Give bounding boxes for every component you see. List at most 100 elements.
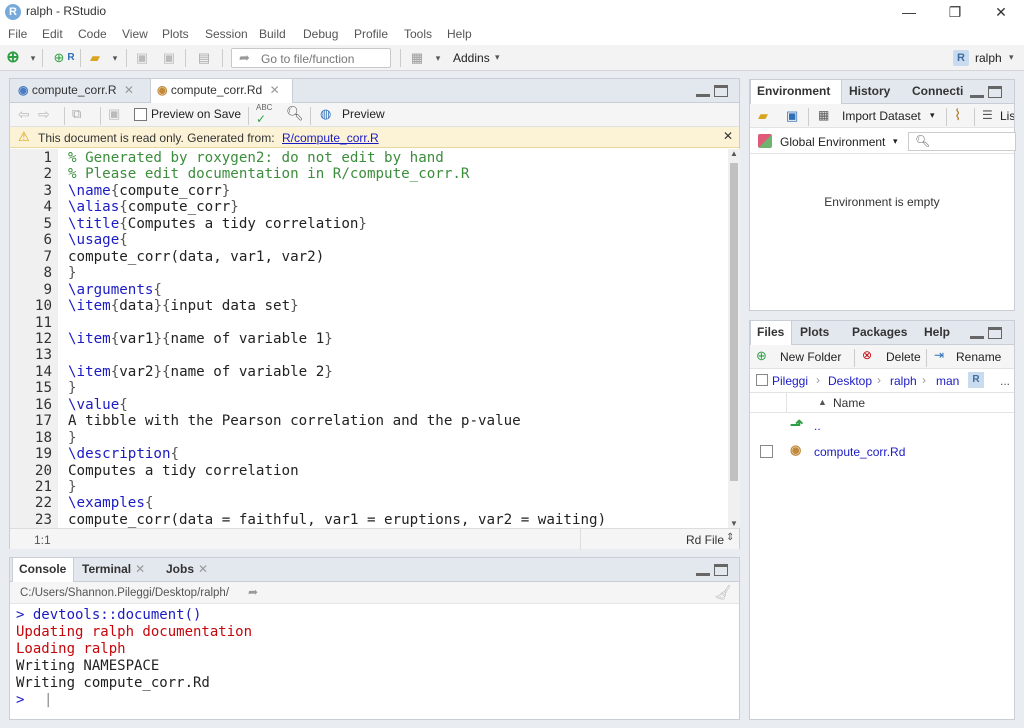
new-folder-button[interactable]: New Folder bbox=[780, 350, 841, 364]
grid-layout-icon[interactable]: ▦ bbox=[408, 50, 426, 66]
maximize-pane-icon[interactable] bbox=[714, 85, 728, 97]
preview-button[interactable]: Preview bbox=[342, 107, 385, 121]
menu-view[interactable]: View bbox=[122, 27, 148, 41]
project-arrow-icon[interactable]: ▾ bbox=[1009, 52, 1014, 63]
menu-build[interactable]: Build bbox=[259, 27, 286, 41]
select-all-checkbox[interactable] bbox=[756, 374, 768, 386]
close-tab-icon[interactable]: ✕ bbox=[135, 562, 145, 576]
rename-button[interactable]: Rename bbox=[956, 350, 1001, 364]
scroll-up-icon[interactable]: ▲ bbox=[730, 149, 738, 158]
tab-help[interactable]: Help bbox=[918, 321, 962, 345]
dropdown-arrow-icon[interactable]: ▾ bbox=[429, 50, 447, 66]
save-workspace-icon[interactable]: ▣ bbox=[786, 108, 798, 124]
open-folder-icon[interactable]: ▰ bbox=[86, 50, 104, 66]
close-tab-icon[interactable]: ✕ bbox=[124, 83, 134, 97]
parent-dir-link[interactable]: .. bbox=[814, 419, 821, 433]
clear-console-icon[interactable]: 🧹︎ bbox=[714, 584, 732, 601]
tab-plots[interactable]: Plots bbox=[794, 321, 842, 345]
table-row[interactable]: ◉ compute_corr.Rd bbox=[750, 439, 1014, 465]
scope-arrow-icon[interactable]: ▾ bbox=[893, 136, 898, 147]
menu-file[interactable]: File bbox=[8, 27, 27, 41]
tab-connections[interactable]: Connecti bbox=[906, 80, 968, 104]
tab-environment[interactable]: Environment bbox=[750, 80, 842, 105]
tab-packages[interactable]: Packages bbox=[846, 321, 912, 345]
load-workspace-icon[interactable]: ▰ bbox=[758, 108, 768, 124]
forward-arrow-icon[interactable]: ⇨ bbox=[38, 106, 50, 123]
back-arrow-icon[interactable]: ⇦ bbox=[18, 106, 30, 123]
restore-button[interactable]: ❐ bbox=[932, 0, 978, 24]
parent-dir-row[interactable]: ⬏ .. bbox=[750, 413, 1014, 439]
file-link[interactable]: compute_corr.Rd bbox=[814, 445, 905, 459]
new-file-icon[interactable]: ⊕ bbox=[4, 50, 22, 66]
go-to-file-input[interactable]: ➦ Go to file/function bbox=[231, 48, 391, 68]
row-checkbox[interactable] bbox=[760, 445, 773, 458]
tab-files[interactable]: Files bbox=[750, 321, 792, 346]
minimize-button[interactable]: — bbox=[886, 0, 932, 24]
breadcrumb-ralph[interactable]: ralph bbox=[890, 374, 917, 388]
spellcheck-icon[interactable]: ABC ✓ bbox=[256, 103, 272, 126]
show-in-window-icon[interactable]: ⧉ bbox=[72, 106, 81, 122]
delete-button[interactable]: Delete bbox=[886, 350, 921, 364]
menu-tools[interactable]: Tools bbox=[404, 27, 432, 41]
import-arrow-icon[interactable]: ▾ bbox=[930, 110, 935, 121]
print-icon[interactable]: ▤ bbox=[195, 50, 213, 66]
menu-code[interactable]: Code bbox=[78, 27, 107, 41]
name-column-header[interactable]: Name bbox=[833, 396, 865, 410]
menu-profile[interactable]: Profile bbox=[354, 27, 388, 41]
menu-debug[interactable]: Debug bbox=[303, 27, 338, 41]
tab-history[interactable]: History bbox=[843, 80, 903, 104]
broom-icon[interactable]: ⌇ bbox=[954, 106, 961, 124]
line-number: 4 bbox=[43, 199, 52, 216]
breadcrumb-man[interactable]: man bbox=[936, 374, 959, 388]
minimize-pane-icon[interactable] bbox=[970, 86, 984, 98]
project-menu[interactable]: ralph bbox=[975, 51, 1002, 65]
dropdown-arrow-icon[interactable]: ▾ bbox=[106, 50, 124, 66]
console-output[interactable]: > devtools::document() Updating ralph doc… bbox=[10, 605, 739, 719]
close-window-button[interactable]: ✕ bbox=[978, 0, 1024, 24]
minimize-pane-icon[interactable] bbox=[970, 327, 984, 339]
tab-compute-corr-r[interactable]: ◉ compute_corr.R ✕ bbox=[12, 79, 150, 103]
search-icon[interactable]: 🔍︎ bbox=[286, 105, 304, 122]
editor-scrollbar[interactable]: ▲ ▼ bbox=[728, 149, 740, 528]
maximize-pane-icon[interactable] bbox=[988, 327, 1002, 339]
source-file-link[interactable]: R/compute_corr.R bbox=[282, 131, 379, 145]
preview-on-save-checkbox[interactable] bbox=[134, 108, 147, 121]
file-type-selector[interactable]: Rd File bbox=[686, 533, 724, 547]
sort-ascending-icon[interactable]: ▲ bbox=[818, 397, 827, 407]
minimize-pane-icon[interactable] bbox=[696, 85, 710, 97]
close-tab-icon[interactable]: ✕ bbox=[270, 83, 280, 97]
save-icon[interactable]: ▣ bbox=[133, 50, 151, 66]
env-scope-selector[interactable]: Global Environment bbox=[780, 135, 885, 149]
menu-plots[interactable]: Plots bbox=[162, 27, 189, 41]
dropdown-arrow-icon[interactable]: ▾ bbox=[24, 50, 42, 66]
tab-console[interactable]: Console bbox=[12, 558, 74, 583]
file-type-arrow-icon[interactable]: ⇕ bbox=[726, 532, 734, 543]
close-tab-icon[interactable]: ✕ bbox=[198, 562, 208, 576]
minimize-pane-icon[interactable] bbox=[696, 564, 710, 576]
save-all-icon[interactable]: ▣ bbox=[160, 50, 178, 66]
list-view-button[interactable]: Lis bbox=[1000, 109, 1014, 123]
import-dataset-button[interactable]: Import Dataset bbox=[842, 109, 921, 123]
menu-edit[interactable]: Edit bbox=[42, 27, 63, 41]
menu-session[interactable]: Session bbox=[205, 27, 248, 41]
menu-help[interactable]: Help bbox=[447, 27, 472, 41]
tab-jobs[interactable]: Jobs ✕ bbox=[160, 558, 220, 582]
addins-menu[interactable]: Addins bbox=[453, 51, 490, 65]
maximize-pane-icon[interactable] bbox=[988, 86, 1002, 98]
scroll-down-icon[interactable]: ▼ bbox=[730, 519, 738, 528]
tab-terminal[interactable]: Terminal ✕ bbox=[76, 558, 152, 582]
env-search-input[interactable]: 🔍︎ bbox=[908, 132, 1016, 151]
addins-arrow-icon[interactable]: ▾ bbox=[495, 52, 500, 63]
close-warning-icon[interactable]: ✕ bbox=[723, 129, 733, 143]
save-file-icon[interactable]: ▣ bbox=[108, 106, 120, 122]
breadcrumb-desktop[interactable]: Desktop bbox=[828, 374, 872, 388]
maximize-pane-icon[interactable] bbox=[714, 564, 728, 576]
more-options-button[interactable]: ... bbox=[1000, 374, 1010, 388]
scroll-thumb[interactable] bbox=[730, 163, 738, 481]
tab-compute-corr-rd[interactable]: ◉ compute_corr.Rd ✕ bbox=[150, 79, 293, 104]
go-to-dir-icon[interactable]: ➦ bbox=[248, 585, 258, 599]
preview-icon[interactable]: ◍ bbox=[320, 106, 331, 122]
code-area[interactable]: 1 % Generated by roxygen2: do not edit by… bbox=[10, 149, 728, 528]
project-home-icon[interactable]: R bbox=[968, 372, 984, 388]
breadcrumb-pileggi[interactable]: Pileggi bbox=[772, 374, 808, 388]
